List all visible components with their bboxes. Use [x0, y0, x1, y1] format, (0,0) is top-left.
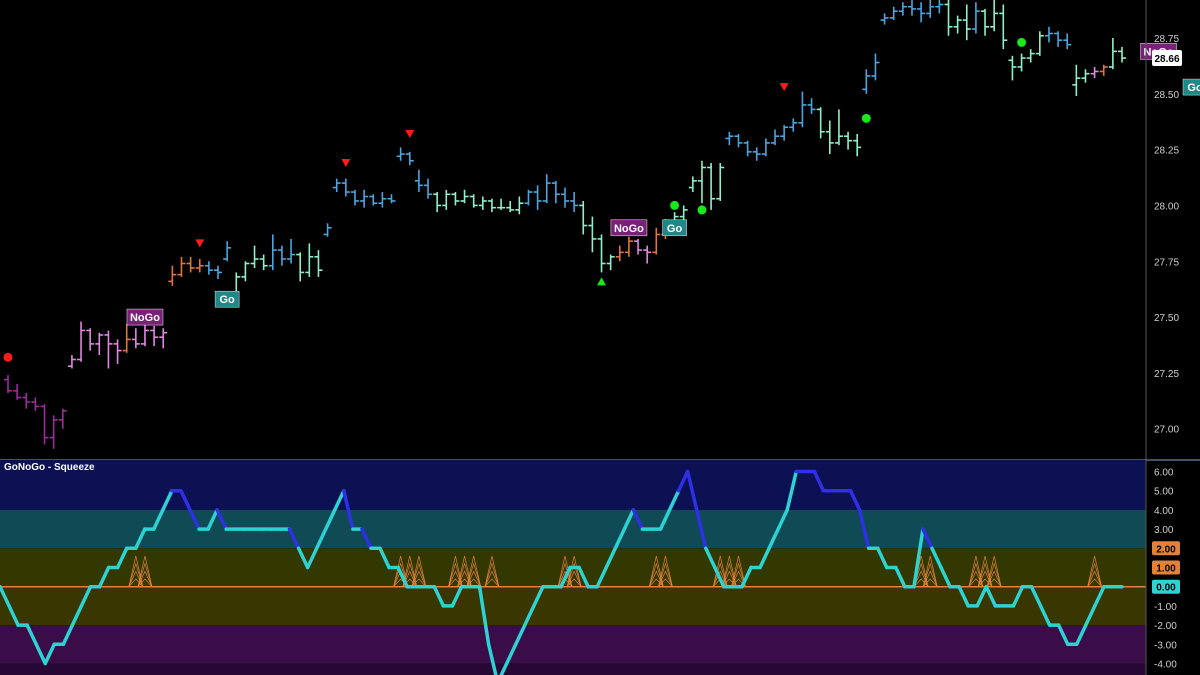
go-label: Go [662, 219, 687, 237]
label-text: NoGo [614, 223, 644, 235]
go-label: Go [1182, 78, 1200, 96]
oscillator-tick-label: 6.00 [1154, 468, 1174, 479]
oscillator-tick-label: 4.00 [1154, 506, 1174, 517]
oscillator-value-label: 2.00 [1156, 544, 1176, 555]
oscillator-title: GoNoGo - Squeeze [4, 462, 95, 473]
signal-dot [861, 113, 871, 123]
price-tick-label: 27.75 [1154, 257, 1179, 268]
signal-dot [670, 200, 680, 210]
price-tick-label: 28.50 [1154, 90, 1179, 101]
price-tick-label: 27.25 [1154, 369, 1179, 380]
oscillator-axis: 6.00 5.00 4.00 3.00 -1.00 -2.00 -3.00 -4.00 2.00… [1145, 460, 1180, 675]
signal-dot [697, 205, 707, 215]
price-tick-label: 28.75 [1154, 34, 1179, 45]
nogo-label: NoGo [610, 219, 648, 237]
oscillator-band [0, 460, 1146, 510]
signal-dot [3, 352, 13, 362]
oscillator-tick-label: -2.00 [1154, 621, 1177, 632]
last-price-label: 28.66 [1154, 54, 1179, 65]
go-label: Go [214, 290, 240, 308]
oscillator-tick-label: 3.00 [1154, 525, 1174, 536]
label-text: Go [667, 223, 683, 235]
nogo-label: NoGo [126, 308, 164, 326]
oscillator-tick-label: -3.00 [1154, 640, 1177, 651]
oscillator-band [0, 663, 1146, 675]
label-text: Go [220, 294, 236, 306]
price-tick-label: 28.00 [1154, 201, 1179, 212]
price-panel: NoGoGoNoGoGoNoGoGo [0, 0, 1200, 460]
signal-dot [1017, 37, 1027, 47]
label-text: Go [1187, 82, 1200, 94]
price-tick-label: 27.00 [1154, 425, 1179, 436]
oscillator-tick-label: -4.00 [1154, 659, 1177, 670]
oscillator-tick-label: -1.00 [1154, 602, 1177, 613]
oscillator-band [0, 625, 1146, 664]
oscillator-value-label: 0.00 [1156, 583, 1176, 594]
price-axis: 28.75 28.50 28.25 28.00 27.75 27.50 27.25 27.00… [1145, 0, 1182, 460]
price-tick-label: 28.25 [1154, 146, 1179, 157]
oscillator-panel [0, 459, 1200, 675]
label-text: NoGo [130, 312, 160, 324]
chart-canvas: NoGoGoNoGoGoNoGoGo 28.7528.5028.2528.002… [0, 0, 1200, 675]
oscillator-value-label: 1.00 [1156, 564, 1176, 575]
oscillator-tick-label: 5.00 [1154, 487, 1174, 498]
price-plot-area [0, 0, 1146, 460]
oscillator-band [0, 509, 1146, 549]
price-tick-label: 27.50 [1154, 313, 1179, 324]
